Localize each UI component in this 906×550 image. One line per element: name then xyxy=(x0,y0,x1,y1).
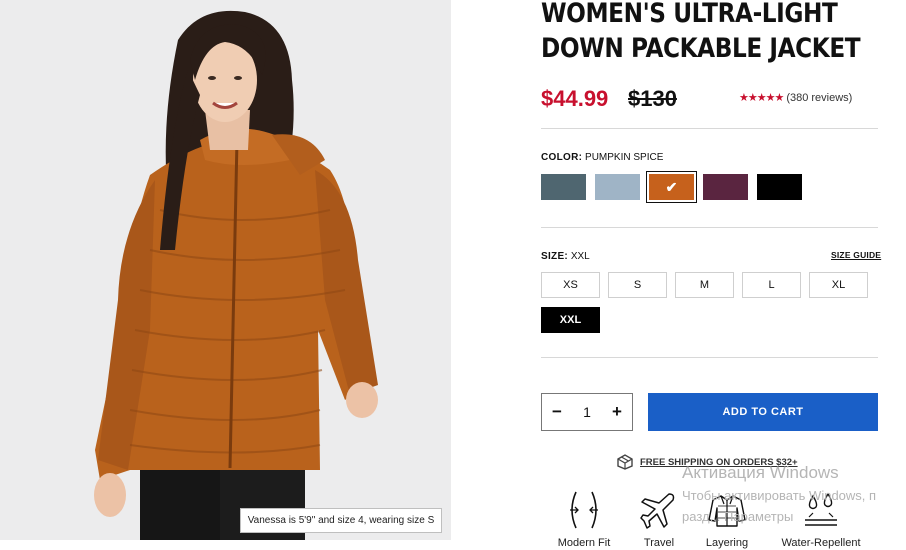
divider xyxy=(541,227,878,228)
color-selected-name: PUMPKIN SPICE xyxy=(585,152,664,163)
color-swatch-light-blue[interactable] xyxy=(595,174,640,200)
sale-price: $44.99 xyxy=(541,86,609,111)
box-icon xyxy=(617,454,633,470)
feature-label: Layering xyxy=(705,537,749,549)
quantity-value[interactable]: 1 xyxy=(583,404,591,420)
size-option-l[interactable]: L xyxy=(742,272,801,298)
feature-label: Modern Fit xyxy=(557,537,611,549)
checkmark-icon: ✔ xyxy=(665,178,678,195)
size-option-m[interactable]: M xyxy=(675,272,734,298)
size-option-xl[interactable]: XL xyxy=(809,272,868,298)
modern-fit-icon xyxy=(570,491,598,529)
size-label-key: SIZE: xyxy=(541,251,569,262)
size-options: XS S M L XL XXL xyxy=(541,272,881,333)
color-swatch-pumpkin-spice[interactable]: ✔ xyxy=(647,172,696,202)
size-option-xs[interactable]: XS xyxy=(541,272,600,298)
feature-label: Travel xyxy=(643,537,675,549)
product-title: WOMEN'S ULTRA-LIGHT DOWN PACKABLE JACKET xyxy=(541,0,861,66)
star-rating-icon: ★★★★★ xyxy=(739,92,784,104)
add-to-cart-button[interactable]: ADD TO CART xyxy=(648,393,878,431)
color-swatches: ✔ xyxy=(541,172,802,202)
model-size-caption: Vanessa is 5'9" and size 4, wearing size… xyxy=(240,508,442,533)
windows-activation-watermark-title: Активация Windows xyxy=(682,463,839,482)
product-image[interactable]: Vanessa is 5'9" and size 4, wearing size… xyxy=(0,0,451,540)
size-option-xxl[interactable]: XXL xyxy=(541,307,600,333)
product-title-text: WOMEN'S ULTRA-LIGHT DOWN PACKABLE JACKET xyxy=(541,0,861,64)
color-label-key: COLOR: xyxy=(541,152,583,163)
model-in-jacket-illustration xyxy=(0,0,451,540)
size-guide-link[interactable]: SIZE GUIDE xyxy=(831,250,881,260)
airplane-icon xyxy=(640,493,675,529)
feature-label: Water-Repellent xyxy=(781,537,861,549)
feature-modern-fit: Modern Fit xyxy=(544,490,624,549)
quantity-stepper: − 1 + xyxy=(541,393,633,431)
divider xyxy=(541,128,878,129)
windows-activation-watermark-text: Чтобы активировать Windows, п xyxy=(682,488,877,503)
review-count-link[interactable]: (380 reviews) xyxy=(786,92,852,104)
size-label: SIZE: XXL xyxy=(541,251,590,262)
color-label: COLOR: PUMPKIN SPICE xyxy=(541,152,663,163)
rating-summary[interactable]: ★★★★★ (380 reviews) xyxy=(739,91,852,105)
increase-quantity-button[interactable]: + xyxy=(612,402,622,422)
decrease-quantity-button[interactable]: − xyxy=(552,402,562,422)
color-swatch-slate[interactable] xyxy=(541,174,586,200)
size-selected-value: XXL xyxy=(570,251,590,262)
size-option-s[interactable]: S xyxy=(608,272,667,298)
color-swatch-plum[interactable] xyxy=(703,174,748,200)
divider xyxy=(541,357,878,358)
color-swatch-black[interactable] xyxy=(757,174,802,200)
windows-activation-watermark-text: разд... Параметры xyxy=(682,509,794,524)
original-price: $130 xyxy=(628,86,677,111)
